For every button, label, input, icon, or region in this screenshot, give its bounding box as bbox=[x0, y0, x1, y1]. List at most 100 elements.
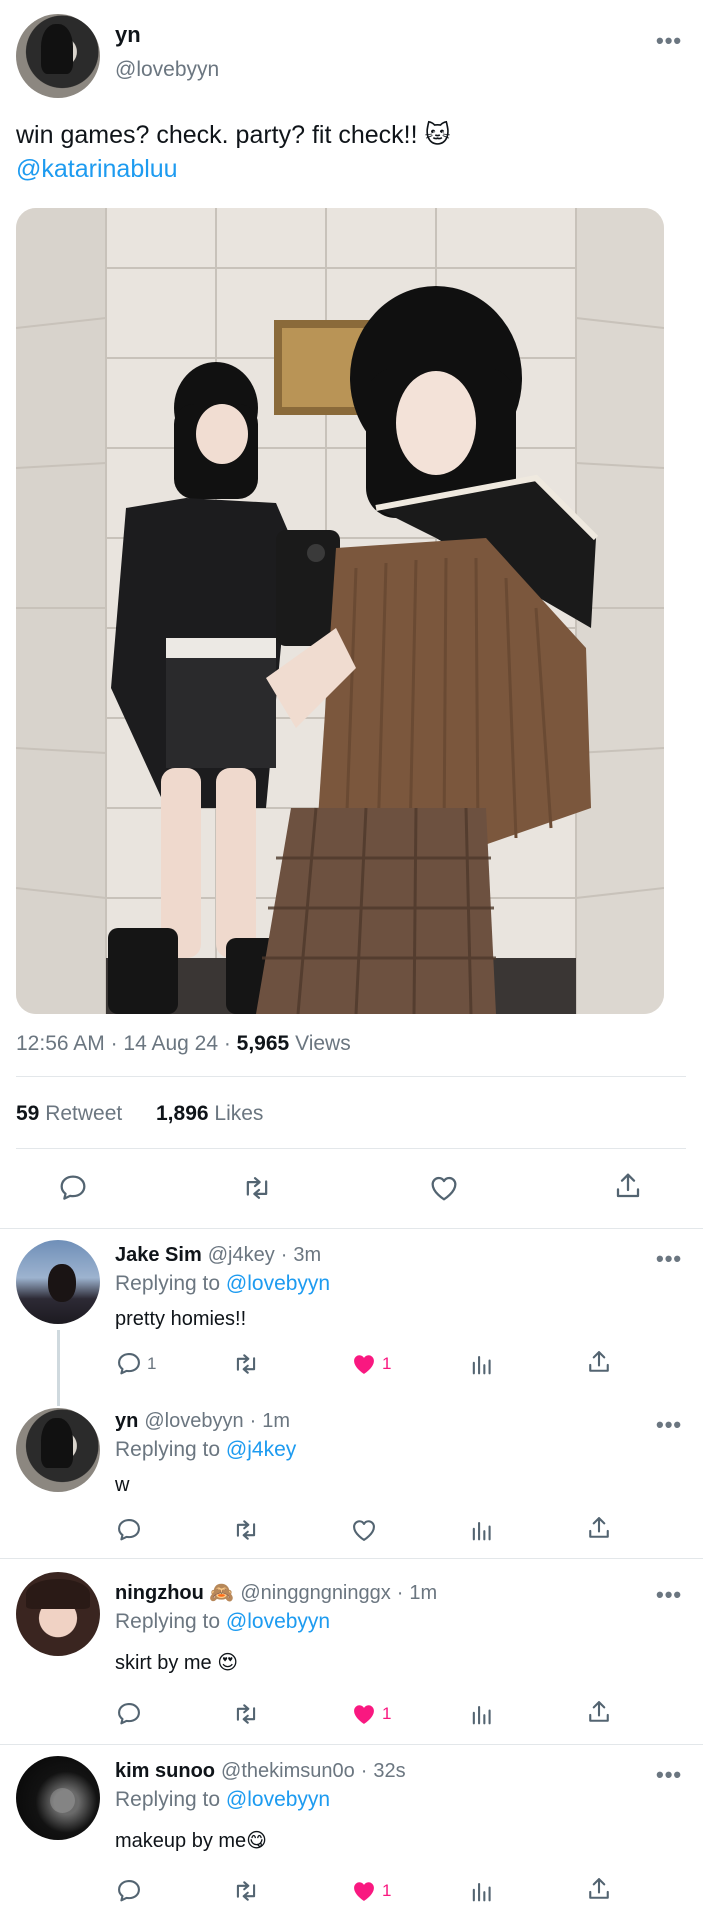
reply-button[interactable] bbox=[115, 1516, 143, 1544]
bar-chart-icon bbox=[472, 1521, 491, 1541]
reply-author-name[interactable]: Jake Sim bbox=[115, 1244, 202, 1267]
like-button[interactable]: 1 bbox=[350, 1700, 391, 1728]
more-options-icon[interactable]: ••• bbox=[656, 28, 682, 54]
tweet-time: 12:56 AM bbox=[16, 1032, 105, 1055]
thread-connector bbox=[57, 1330, 60, 1406]
replying-to-mention[interactable]: @j4key bbox=[226, 1438, 296, 1461]
reply-text: w bbox=[115, 1474, 130, 1496]
reply-author-handle[interactable]: @thekimsun0o bbox=[221, 1760, 355, 1783]
meta-separator: · bbox=[249, 1410, 257, 1432]
like-count: 1 bbox=[382, 1704, 392, 1723]
author-name[interactable]: yn bbox=[115, 22, 141, 48]
replying-to-mention[interactable]: @lovebyyn bbox=[226, 1788, 330, 1811]
reply-avatar[interactable] bbox=[16, 1572, 100, 1656]
more-options-icon[interactable]: ••• bbox=[656, 1762, 682, 1788]
meta-separator: · bbox=[396, 1582, 404, 1604]
meta-separator: · bbox=[223, 1032, 237, 1055]
reply-avatar[interactable] bbox=[16, 1408, 100, 1492]
meta-separator: · bbox=[360, 1760, 368, 1782]
reply-author-name[interactable]: yn bbox=[115, 1410, 138, 1433]
retweet-arrows-icon bbox=[236, 1354, 256, 1374]
speech-bubble-icon bbox=[118, 1353, 140, 1375]
retweet-button[interactable] bbox=[240, 1172, 274, 1204]
like-button[interactable]: 1 bbox=[350, 1350, 391, 1378]
reply-author-name[interactable]: kim sunoo bbox=[115, 1760, 215, 1783]
replying-to: Replying to @j4key bbox=[115, 1438, 296, 1462]
replying-to-label: Replying to bbox=[115, 1610, 221, 1633]
author-handle[interactable]: @lovebyyn bbox=[115, 58, 219, 82]
retweet-button[interactable] bbox=[231, 1516, 261, 1544]
meta-separator: · bbox=[280, 1244, 288, 1266]
retweet-button[interactable] bbox=[231, 1350, 261, 1378]
retweet-button[interactable] bbox=[231, 1700, 261, 1728]
reply-avatar[interactable] bbox=[16, 1756, 100, 1840]
share-button[interactable] bbox=[612, 1170, 644, 1202]
divider bbox=[0, 1744, 703, 1745]
replying-to-mention[interactable]: @lovebyyn bbox=[226, 1272, 330, 1295]
reply-author-handle[interactable]: @lovebyyn bbox=[144, 1410, 243, 1433]
heart-filled-icon bbox=[354, 1882, 374, 1901]
reply-button[interactable]: 1 bbox=[115, 1350, 156, 1378]
divider bbox=[16, 1076, 686, 1077]
reply-count: 1 bbox=[147, 1354, 157, 1373]
share-arrow-icon bbox=[589, 1878, 609, 1899]
views-button[interactable] bbox=[468, 1877, 496, 1905]
reply-button[interactable] bbox=[115, 1877, 143, 1905]
retweet-arrows-icon bbox=[236, 1881, 256, 1901]
views-button[interactable] bbox=[468, 1516, 496, 1544]
divider bbox=[0, 1558, 703, 1559]
tweet-body: win games? check. party? fit check!! 🐱 bbox=[16, 121, 451, 149]
tweet-mention-link[interactable]: @katarinabluu bbox=[16, 152, 686, 186]
reply-text: skirt by me 😍 bbox=[115, 1652, 239, 1674]
heart-icon bbox=[431, 1176, 457, 1201]
share-arrow-icon bbox=[616, 1173, 640, 1198]
share-arrow-icon bbox=[589, 1517, 609, 1538]
heart-icon bbox=[353, 1520, 375, 1541]
meta-separator: · bbox=[110, 1032, 124, 1055]
like-button[interactable]: 1 bbox=[350, 1877, 391, 1905]
reply-avatar[interactable] bbox=[16, 1240, 100, 1324]
like-count: 1 bbox=[382, 1354, 392, 1373]
reply-time: 3m bbox=[293, 1244, 322, 1266]
reply-author-handle[interactable]: @j4key bbox=[208, 1244, 275, 1267]
tweet-photo[interactable] bbox=[16, 208, 664, 1014]
likes-stat[interactable]: 1,896 Likes bbox=[156, 1102, 263, 1126]
reply-author-handle[interactable]: @ninggngninggx bbox=[240, 1582, 390, 1605]
divider bbox=[0, 1228, 703, 1229]
tweet-text: win games? check. party? fit check!! 🐱 @… bbox=[16, 118, 686, 186]
bar-chart-icon bbox=[472, 1705, 491, 1725]
share-button[interactable] bbox=[585, 1875, 613, 1903]
like-button[interactable] bbox=[350, 1516, 378, 1544]
replying-to-mention[interactable]: @lovebyyn bbox=[226, 1610, 330, 1633]
like-count: 1 bbox=[382, 1881, 392, 1900]
reply-author-name[interactable]: ningzhou 🙈 bbox=[115, 1580, 234, 1605]
more-options-icon[interactable]: ••• bbox=[656, 1582, 682, 1608]
views-button[interactable] bbox=[468, 1350, 496, 1378]
retweet-count: 59 bbox=[16, 1102, 40, 1125]
replying-to: Replying to @lovebyyn bbox=[115, 1272, 330, 1296]
share-button[interactable] bbox=[585, 1514, 613, 1542]
share-button[interactable] bbox=[585, 1348, 613, 1376]
tweet-meta: 12:56 AM · 14 Aug 24 · 5,965 Views bbox=[16, 1032, 351, 1056]
retweet-arrows-icon bbox=[246, 1177, 268, 1199]
share-button[interactable] bbox=[585, 1698, 613, 1726]
reply-button[interactable] bbox=[57, 1172, 89, 1204]
reply-text: pretty homies!! bbox=[115, 1308, 247, 1330]
reply-button[interactable] bbox=[115, 1700, 143, 1728]
retweet-button[interactable] bbox=[231, 1877, 261, 1905]
views-button[interactable] bbox=[468, 1700, 496, 1728]
like-button[interactable] bbox=[428, 1172, 460, 1204]
views-count: 5,965 bbox=[236, 1032, 290, 1055]
reply-time: 1m bbox=[409, 1582, 438, 1604]
more-options-icon[interactable]: ••• bbox=[656, 1412, 682, 1438]
likes-count: 1,896 bbox=[156, 1102, 209, 1125]
divider bbox=[16, 1148, 686, 1149]
replying-to: Replying to @lovebyyn bbox=[115, 1610, 330, 1634]
retweet-stat[interactable]: 59 Retweet bbox=[16, 1102, 122, 1126]
more-options-icon[interactable]: ••• bbox=[656, 1246, 682, 1272]
reply-text: makeup by me😋 bbox=[115, 1830, 268, 1852]
replying-to-label: Replying to bbox=[115, 1272, 221, 1295]
reply-time: 1m bbox=[262, 1410, 291, 1432]
author-avatar[interactable] bbox=[16, 14, 100, 98]
retweet-arrows-icon bbox=[236, 1704, 256, 1724]
